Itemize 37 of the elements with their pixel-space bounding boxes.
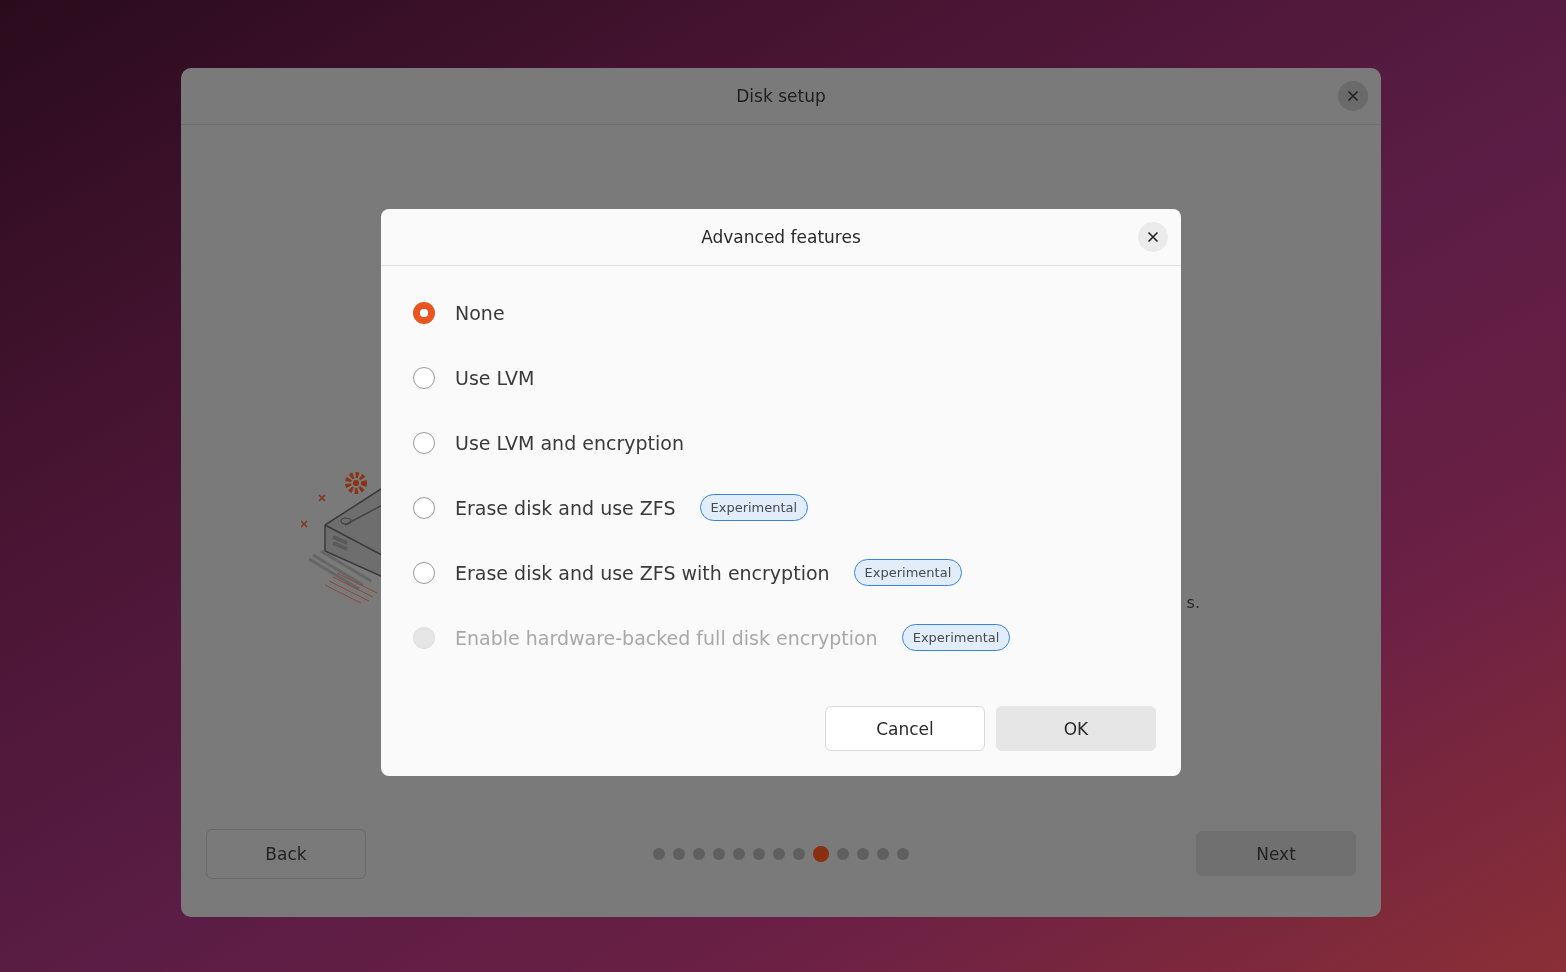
page-indicator-dot[interactable]	[753, 847, 765, 860]
cancel-button[interactable]: Cancel	[825, 706, 985, 751]
page-indicator-dot[interactable]	[813, 845, 829, 862]
page-indicator-dot[interactable]	[733, 847, 745, 860]
dialog-title: Advanced features	[701, 227, 861, 247]
page-indicator-dot[interactable]	[837, 847, 849, 860]
radio-button[interactable]	[413, 431, 435, 454]
radio-button[interactable]	[413, 496, 435, 519]
close-button[interactable]	[1338, 81, 1368, 111]
page-indicator-dot[interactable]	[897, 847, 909, 860]
radio-button[interactable]	[413, 366, 435, 389]
page-indicator-dot[interactable]	[773, 847, 785, 860]
option-label: Erase disk and use ZFS	[455, 496, 676, 519]
close-button[interactable]	[1138, 222, 1168, 252]
window-title: Disk setup	[736, 86, 826, 106]
option-label: Erase disk and use ZFS with encryption	[455, 561, 830, 584]
radio-button[interactable]	[413, 561, 435, 584]
page-indicator-dot[interactable]	[653, 847, 665, 860]
page-indicator-dot[interactable]	[857, 847, 869, 860]
option-label: Enable hardware-backed full disk encryption	[455, 626, 878, 649]
page-indicator-dot[interactable]	[877, 847, 889, 860]
close-icon	[1347, 90, 1359, 102]
page-indicator-dot[interactable]	[673, 847, 685, 860]
radio-button[interactable]	[413, 301, 435, 324]
option-label: None	[455, 301, 505, 324]
body-text: s.	[1186, 593, 1200, 612]
experimental-badge: Experimental	[699, 494, 809, 521]
page-indicator-dot[interactable]	[693, 847, 705, 860]
option-label: Use LVM	[455, 366, 535, 389]
close-icon	[1147, 231, 1159, 243]
option-label: Use LVM and encryption	[455, 431, 684, 454]
back-button[interactable]: Back	[206, 828, 366, 879]
page-indicator-dot[interactable]	[713, 847, 725, 860]
ok-button[interactable]: OK	[996, 706, 1156, 751]
experimental-badge: Experimental	[901, 624, 1011, 651]
page-indicator-dot[interactable]	[793, 847, 805, 860]
experimental-badge: Experimental	[853, 559, 963, 586]
